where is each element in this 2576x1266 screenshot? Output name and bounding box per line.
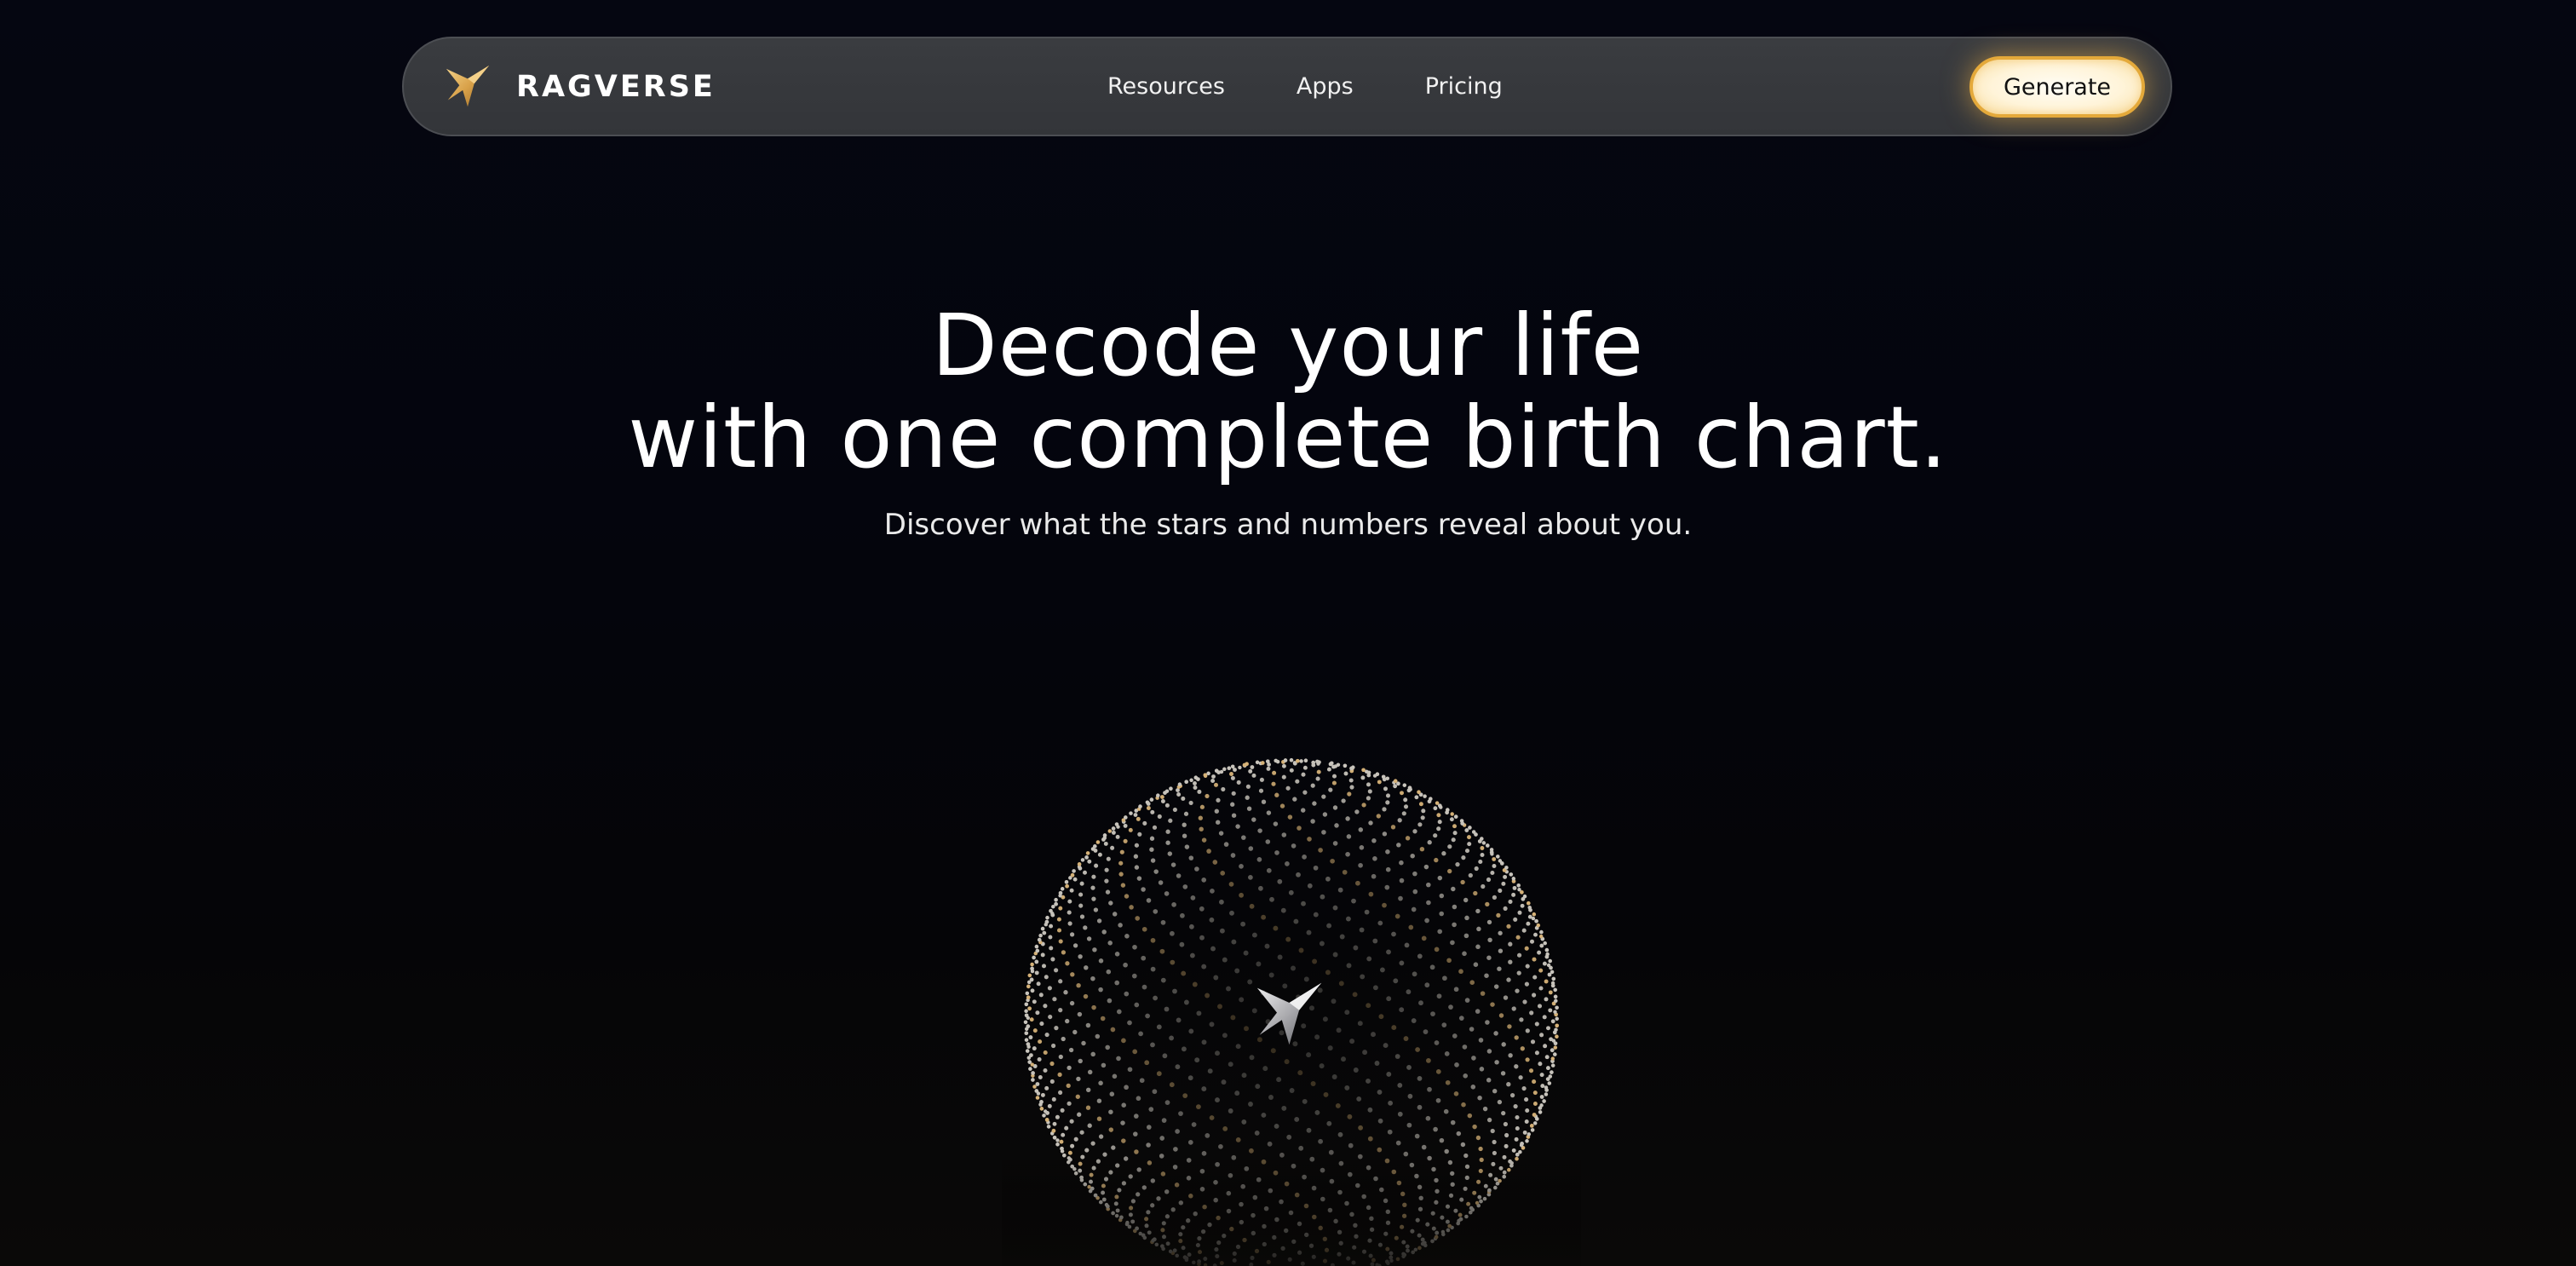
hero-headline: Decode your life with one complete birth… bbox=[0, 300, 2576, 484]
top-navbar: RAGVERSE Resources Apps Pricing Generate bbox=[402, 37, 2172, 136]
nav-link-resources[interactable]: Resources bbox=[1107, 73, 1225, 100]
hero-headline-line-2: with one complete birth chart. bbox=[628, 388, 1948, 487]
brand-home-link[interactable]: RAGVERSE bbox=[443, 38, 716, 135]
nav-links: Resources Apps Pricing bbox=[1107, 38, 1503, 135]
brand-name: RAGVERSE bbox=[516, 69, 716, 104]
hero-subheading: Discover what the stars and numbers reve… bbox=[883, 508, 1693, 542]
ragverse-logo-icon bbox=[446, 65, 490, 106]
hero-headline-line-1: Decode your life bbox=[931, 296, 1645, 395]
hero-section: Decode your life with one complete birth… bbox=[0, 300, 2576, 543]
nav-link-apps[interactable]: Apps bbox=[1297, 73, 1354, 100]
nav-link-pricing[interactable]: Pricing bbox=[1425, 73, 1503, 100]
particle-sphere bbox=[1002, 739, 1581, 1266]
generate-button[interactable]: Generate bbox=[1969, 56, 2145, 118]
